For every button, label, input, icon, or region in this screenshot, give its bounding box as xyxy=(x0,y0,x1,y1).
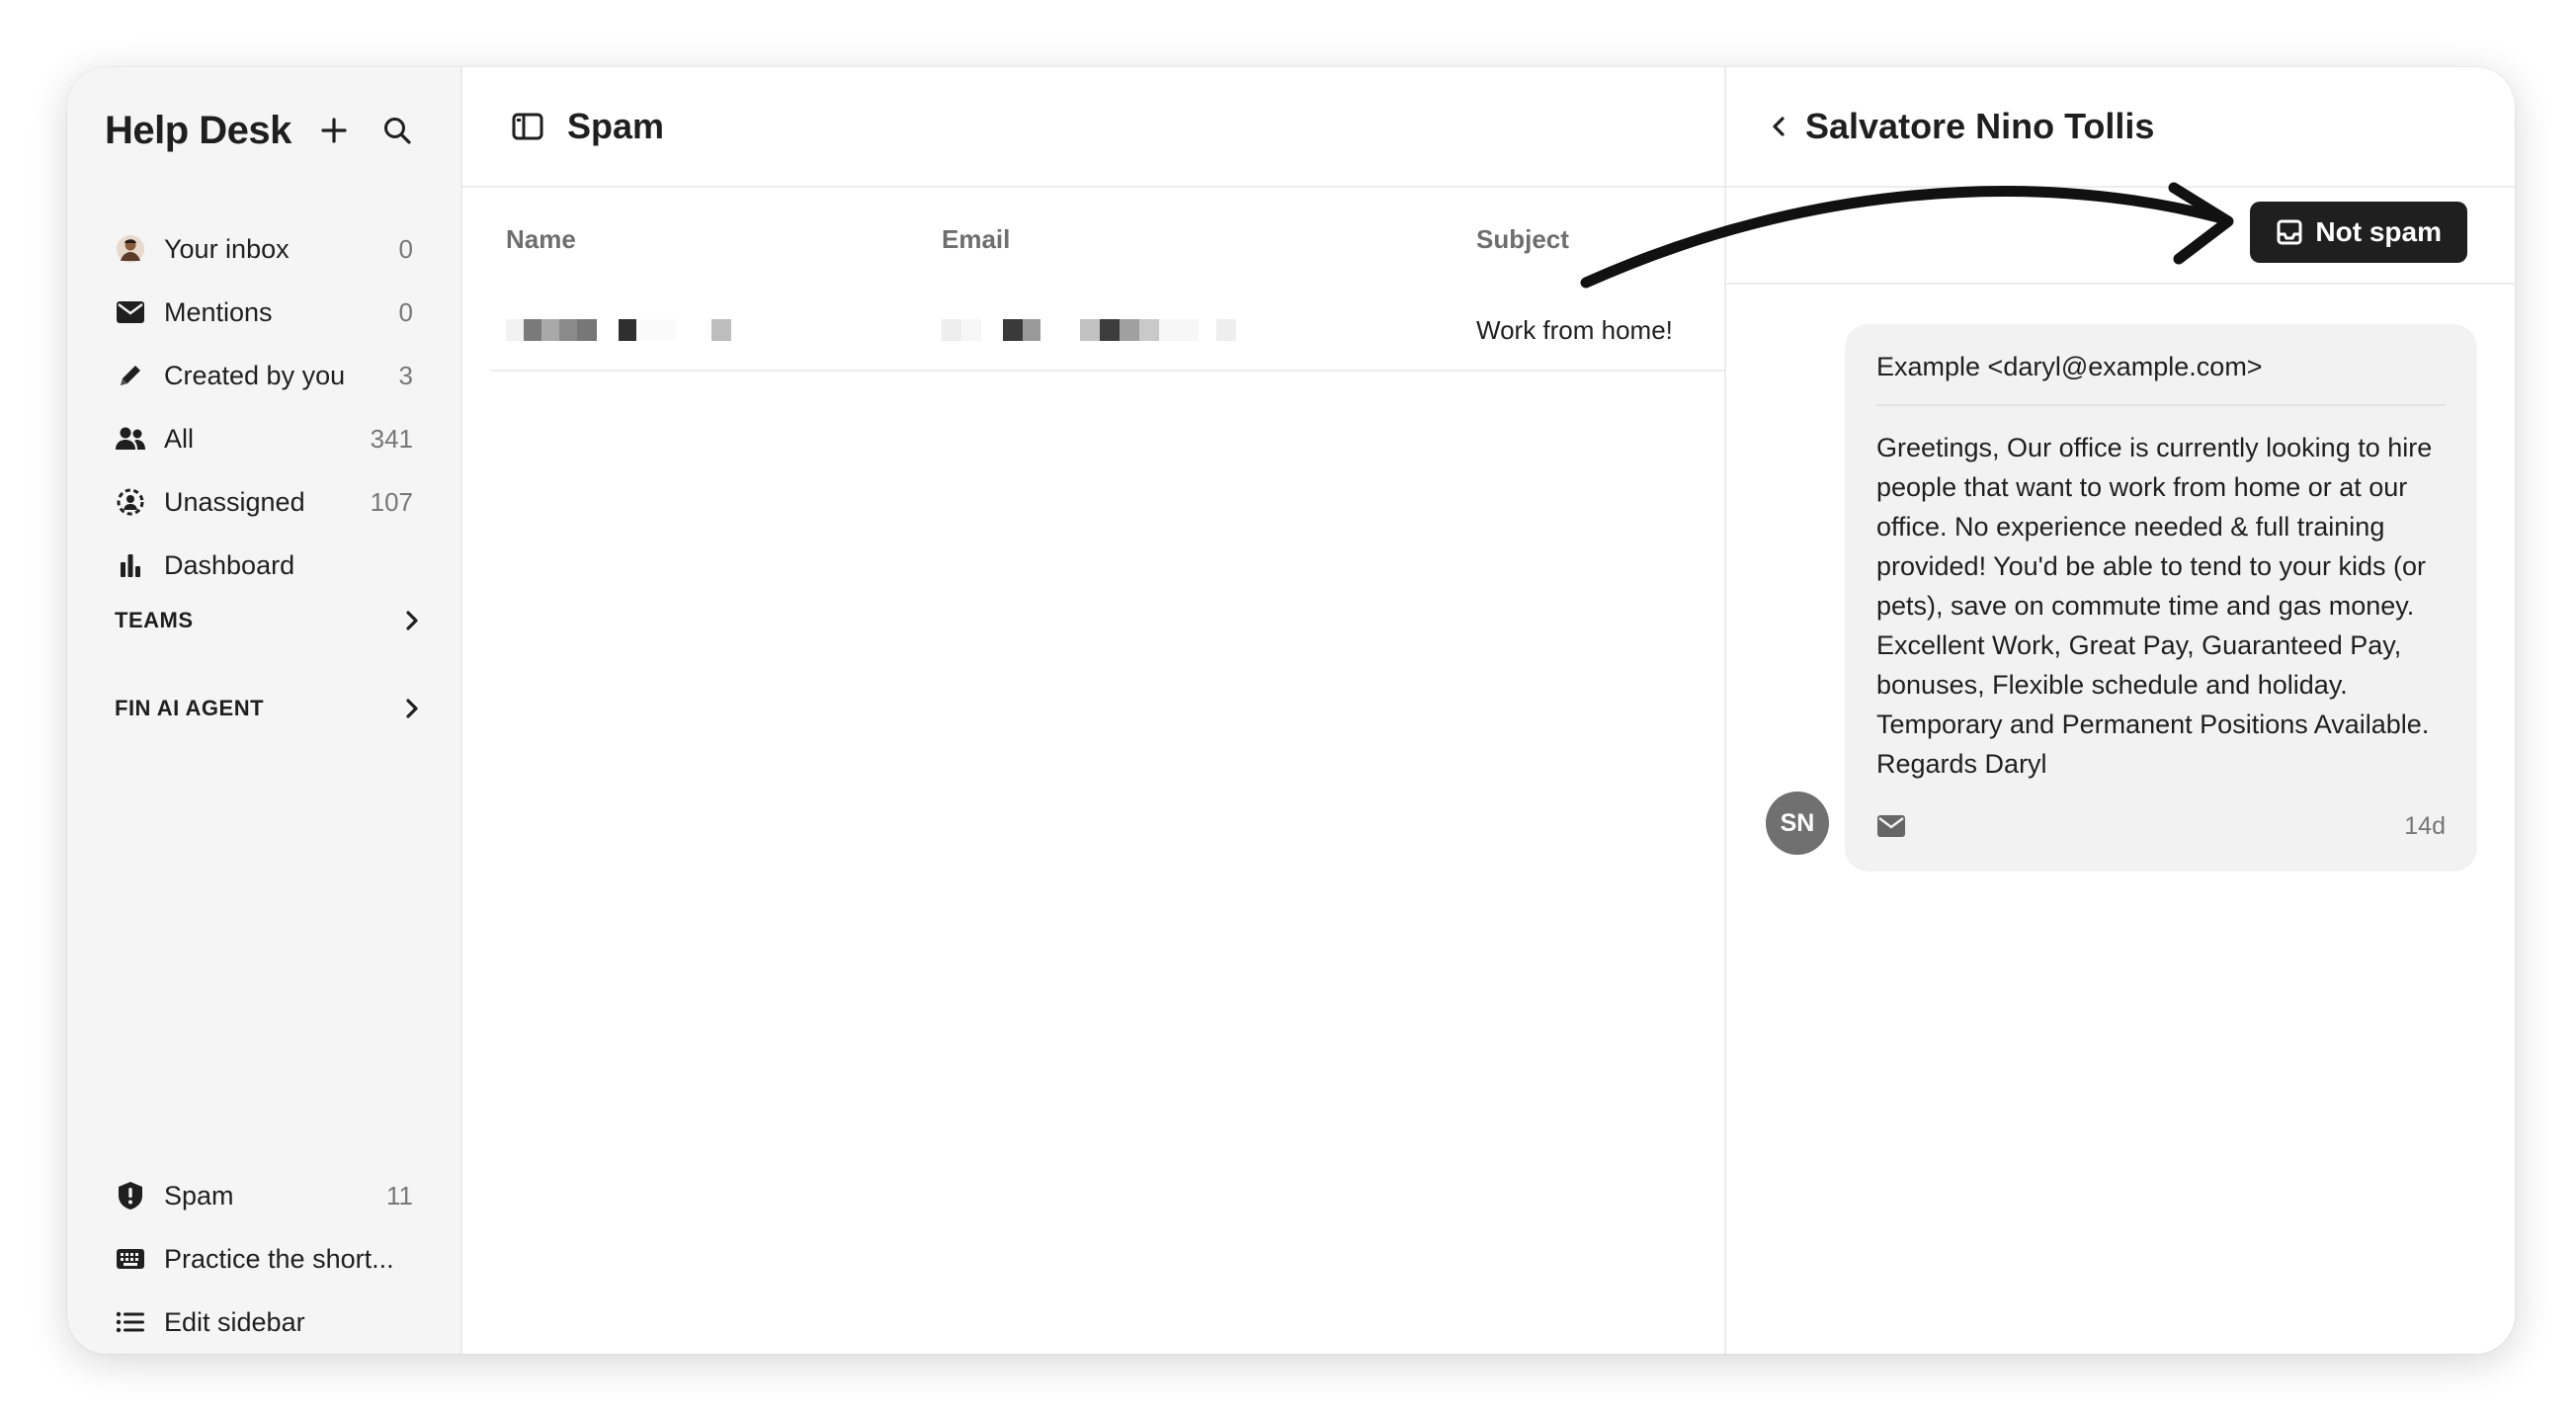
sidebar-item-label: Spam xyxy=(164,1180,234,1210)
unassigned-icon xyxy=(115,486,146,518)
toggle-sidebar-button[interactable] xyxy=(512,113,543,140)
sidebar-item-count: 3 xyxy=(398,360,413,390)
avatar[interactable]: SN xyxy=(1766,792,1829,855)
sidebar-item-label: Mentions xyxy=(164,296,273,327)
redacted-email xyxy=(926,319,1460,341)
sidebar-item-all[interactable]: All 341 xyxy=(107,407,421,470)
sidebar-item-label: All xyxy=(164,423,195,454)
spam-shield-icon xyxy=(115,1180,146,1211)
inbox-icon xyxy=(2276,218,2303,246)
redaction-pixels xyxy=(942,319,1460,341)
sidebar-item-unassigned[interactable]: Unassigned 107 xyxy=(107,470,421,534)
sidebar-toggle-icon xyxy=(512,113,543,140)
section-label: FIN AI AGENT xyxy=(115,696,265,720)
sidebar-item-count: 0 xyxy=(398,233,413,264)
pencil-icon xyxy=(115,360,146,391)
conversation-list-pane: Spam Name Email Subject Work from home! xyxy=(462,67,1724,1354)
app-title: Help Desk xyxy=(105,108,291,152)
plus-icon xyxy=(321,118,347,143)
search-icon xyxy=(384,118,411,144)
section-label: TEAMS xyxy=(115,608,194,632)
sidebar-item-count: 11 xyxy=(386,1180,413,1210)
detail-header: Salvatore Nino Tollis xyxy=(1726,67,2515,186)
column-header-subject[interactable]: Subject xyxy=(1460,224,1724,255)
people-icon xyxy=(115,423,146,455)
sidebar-item-label: Created by you xyxy=(164,360,346,390)
column-header-name[interactable]: Name xyxy=(490,224,926,255)
conversation-title: Salvatore Nino Tollis xyxy=(1805,106,2155,146)
table-row[interactable]: Work from home! xyxy=(490,291,1724,372)
message-footer: 14d xyxy=(1876,806,2446,846)
sidebar-item-count: 341 xyxy=(370,423,413,454)
sidebar-section-teams[interactable]: TEAMS xyxy=(115,596,421,645)
column-header-email[interactable]: Email xyxy=(926,224,1460,255)
redacted-name xyxy=(490,319,926,341)
new-conversation-button[interactable] xyxy=(308,105,360,156)
search-button[interactable] xyxy=(372,105,423,156)
message-sender: Example <daryl@example.com> xyxy=(1876,352,2446,406)
sidebar-header: Help Desk xyxy=(105,97,423,164)
sidebar-item-edit-sidebar[interactable]: Edit sidebar xyxy=(107,1291,421,1354)
chevron-right-icon xyxy=(406,611,418,630)
redaction-pixels xyxy=(506,319,926,341)
list-icon xyxy=(115,1306,146,1338)
sidebar-item-spam[interactable]: Spam 11 xyxy=(107,1164,421,1227)
sidebar-item-label: Your inbox xyxy=(164,233,290,264)
sidebar-nav: Your inbox 0 Mentions 0 Created by you 3 xyxy=(107,217,421,597)
conversation-action-bar: Not spam xyxy=(1726,186,2515,285)
sidebar-bottom-nav: Spam 11 Practice the short... Edit sideb… xyxy=(107,1164,421,1354)
row-subject: Work from home! xyxy=(1476,314,1673,345)
list-header: Spam xyxy=(462,67,1724,188)
table-header: Name Email Subject xyxy=(490,188,1724,291)
keyboard-icon xyxy=(115,1243,146,1275)
sidebar-item-label: Unassigned xyxy=(164,486,305,517)
user-avatar-icon xyxy=(115,233,146,265)
sidebar-section-fin-ai-agent[interactable]: FIN AI AGENT xyxy=(115,684,421,733)
sidebar-item-label: Practice the short... xyxy=(164,1243,394,1274)
app-window: Help Desk Your inbox 0 Mentions 0 Create… xyxy=(67,67,2515,1354)
chevron-right-icon xyxy=(406,699,418,718)
envelope-icon xyxy=(115,296,146,328)
sidebar-item-count: 0 xyxy=(398,296,413,327)
not-spam-button[interactable]: Not spam xyxy=(2250,202,2467,263)
page-title: Spam xyxy=(567,106,665,146)
sidebar-item-practice-shortcuts[interactable]: Practice the short... xyxy=(107,1227,421,1291)
sidebar-item-dashboard[interactable]: Dashboard xyxy=(107,534,421,597)
envelope-icon xyxy=(1877,815,1905,837)
message-body: Greetings, Our office is currently looki… xyxy=(1876,433,2433,779)
message-timestamp: 14d xyxy=(2404,811,2446,840)
sidebar-item-label: Edit sidebar xyxy=(164,1306,305,1337)
message-bubble: Example <daryl@example.com> Greetings, O… xyxy=(1845,324,2477,872)
sidebar-item-your-inbox[interactable]: Your inbox 0 xyxy=(107,217,421,281)
sidebar: Help Desk Your inbox 0 Mentions 0 Create… xyxy=(67,67,462,1354)
sidebar-item-mentions[interactable]: Mentions 0 xyxy=(107,281,421,344)
sidebar-item-created-by-you[interactable]: Created by you 3 xyxy=(107,344,421,407)
back-button[interactable] xyxy=(1770,115,1787,138)
conversation-table: Name Email Subject Work from home! xyxy=(490,188,1724,372)
bar-chart-icon xyxy=(115,549,146,581)
sidebar-item-label: Dashboard xyxy=(164,549,295,580)
conversation-detail-pane: Salvatore Nino Tollis Not spam SN Exampl… xyxy=(1724,67,2515,1354)
sidebar-item-count: 107 xyxy=(370,486,413,517)
chevron-left-icon xyxy=(1773,117,1785,136)
not-spam-label: Not spam xyxy=(2315,216,2442,247)
